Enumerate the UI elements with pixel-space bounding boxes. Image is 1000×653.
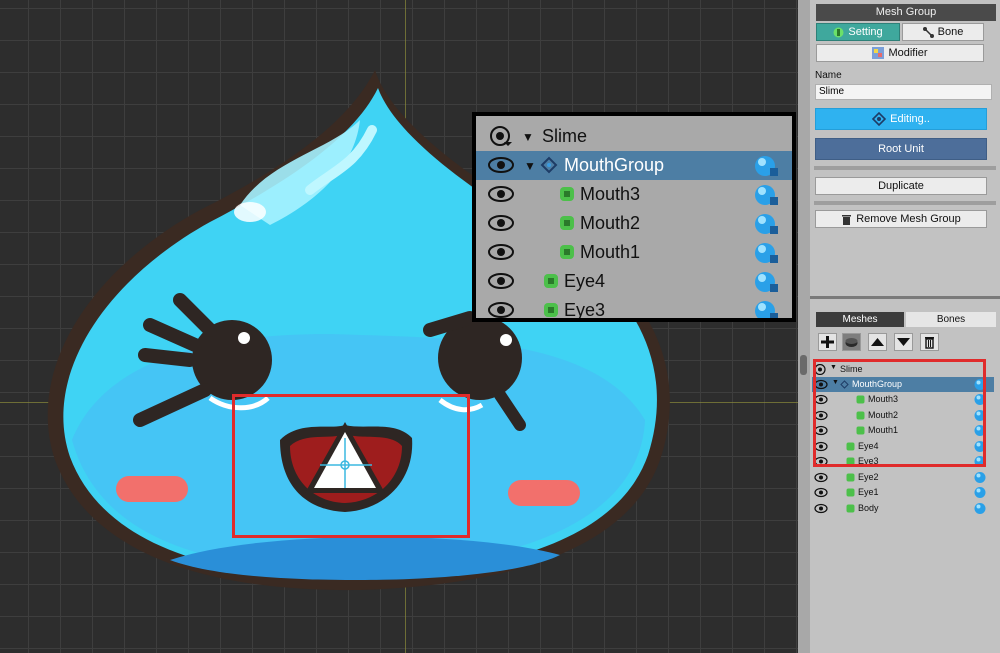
inspector-panel: Mesh Group Setting Bone Modifier Name Sl… [810, 0, 1000, 653]
sphere-visibility-icon[interactable] [974, 486, 988, 499]
layer-icon [845, 338, 858, 347]
trash-icon [925, 337, 934, 349]
layer-button[interactable] [842, 333, 861, 351]
eye-icon[interactable] [488, 155, 514, 175]
move-up-button[interactable] [868, 333, 887, 351]
root-eye-icon[interactable] [488, 126, 514, 146]
eye-icon[interactable] [488, 271, 514, 291]
editing-button[interactable]: Editing.. [815, 108, 987, 130]
separator [814, 201, 996, 205]
expand-triangle-icon[interactable]: ▼ [524, 159, 536, 173]
hierarchy-row-eye1[interactable]: Eye1 [812, 485, 994, 500]
mesh-icon [560, 187, 574, 201]
setting-icon [833, 27, 844, 38]
sphere-visibility-icon[interactable] [754, 299, 780, 322]
eye-icon[interactable] [488, 184, 514, 204]
zoom-row-eye4[interactable]: Eye4 [476, 267, 792, 296]
zoom-row-label: MouthGroup [564, 155, 665, 175]
trash-icon [842, 215, 852, 226]
viewport-scrollbar[interactable] [798, 0, 810, 653]
setting-tab-button[interactable]: Setting [816, 23, 900, 41]
remove-mesh-group-button[interactable]: Remove Mesh Group [815, 210, 987, 228]
plus-icon [821, 336, 834, 348]
sphere-visibility-icon[interactable] [974, 471, 988, 484]
mouth-selection-highlight [232, 394, 470, 538]
mesh-icon [846, 473, 855, 482]
zoom-row-eye3[interactable]: Eye3 [476, 296, 792, 322]
expand-triangle-icon[interactable]: ▼ [522, 130, 534, 144]
bone-tab-button[interactable]: Bone [902, 23, 984, 41]
zoom-row-mouth3[interactable]: Mouth3 [476, 180, 792, 209]
eye-icon[interactable] [488, 213, 514, 233]
bone-icon [922, 26, 934, 38]
hierarchy-zoom-callout: ▼ Slime ▼ MouthGroup Mouth3 Mouth2 Mouth… [472, 112, 796, 322]
panel-title: Mesh Group [816, 4, 996, 21]
sphere-visibility-icon[interactable] [974, 502, 988, 515]
zoom-row-label: Mouth1 [580, 242, 641, 262]
delete-button[interactable] [920, 333, 939, 351]
modifier-button[interactable]: Modifier [816, 44, 984, 62]
mesh-icon [544, 274, 558, 288]
modifier-icon [872, 47, 885, 60]
move-down-button[interactable] [894, 333, 913, 351]
arrow-down-icon [897, 338, 910, 346]
mesh-group-icon [872, 112, 887, 127]
row-label: Eye1 [858, 487, 879, 497]
zoom-row-mouth1[interactable]: Mouth1 [476, 238, 792, 267]
hierarchy-row-eye2[interactable]: Eye2 [812, 470, 994, 485]
tab-meshes[interactable]: Meshes [816, 312, 904, 327]
sphere-visibility-icon[interactable] [754, 270, 780, 294]
duplicate-button[interactable]: Duplicate [815, 177, 987, 195]
eye-icon[interactable] [814, 472, 828, 483]
zoom-row-label: Eye4 [564, 271, 606, 291]
eye-icon[interactable] [488, 300, 514, 320]
mesh-icon [560, 245, 574, 259]
separator [814, 166, 996, 170]
sphere-visibility-icon[interactable] [754, 154, 780, 178]
name-label: Name [815, 70, 842, 81]
sphere-visibility-icon[interactable] [754, 183, 780, 207]
eye-icon[interactable] [814, 503, 828, 514]
zoom-row-label: Eye3 [564, 300, 606, 320]
slime-character-art[interactable] [0, 0, 798, 653]
add-button[interactable] [818, 333, 837, 351]
row-label: Body [858, 503, 879, 513]
hierarchy-selection-highlight [813, 359, 986, 467]
arrow-up-icon [871, 338, 884, 346]
eye-icon[interactable] [814, 487, 828, 498]
root-unit-button[interactable]: Root Unit [815, 138, 987, 160]
sphere-visibility-icon[interactable] [754, 241, 780, 265]
mesh-icon [846, 504, 855, 513]
zoom-root-label: Slime [542, 126, 588, 146]
mesh-icon [560, 216, 574, 230]
name-field[interactable]: Slime [815, 84, 992, 100]
hierarchy-row-body[interactable]: Body [812, 501, 994, 516]
zoom-root-row[interactable]: ▼ Slime [476, 122, 792, 151]
mesh-group-icon [540, 156, 558, 174]
canvas-viewport[interactable]: ▼ Slime ▼ MouthGroup Mouth3 Mouth2 Mouth… [0, 0, 798, 653]
zoom-row-mouth2[interactable]: Mouth2 [476, 209, 792, 238]
tab-bones[interactable]: Bones [906, 312, 996, 327]
mesh-icon [544, 303, 558, 317]
zoom-row-label: Mouth2 [580, 213, 641, 233]
zoom-row-mouthgroup[interactable]: ▼ MouthGroup [476, 151, 792, 180]
scrollbar-thumb[interactable] [800, 355, 807, 375]
mesh-icon [846, 488, 855, 497]
zoom-row-label: Mouth3 [580, 184, 641, 204]
panel-divider[interactable] [810, 296, 1000, 299]
eye-icon[interactable] [488, 242, 514, 262]
sphere-visibility-icon[interactable] [754, 212, 780, 236]
row-label: Eye2 [858, 472, 879, 482]
